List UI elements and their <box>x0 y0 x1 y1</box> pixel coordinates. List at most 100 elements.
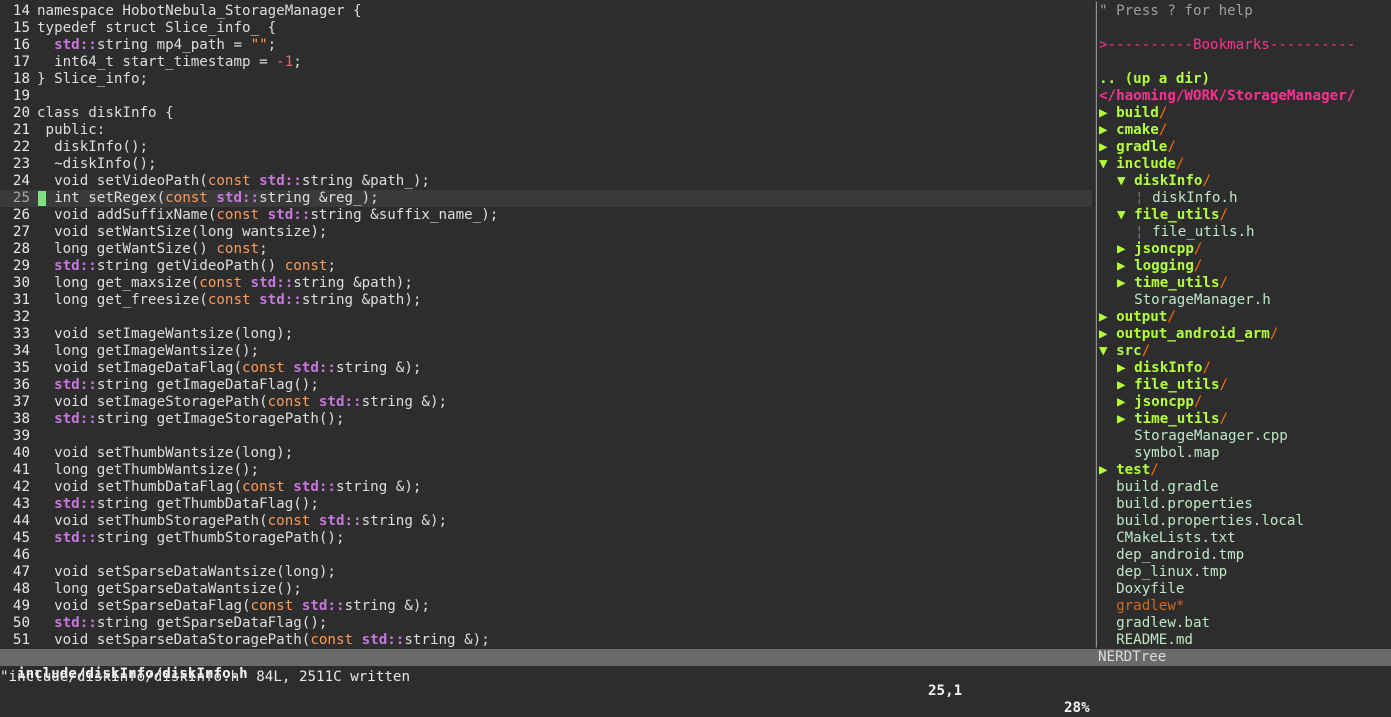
command-line[interactable]: "include/diskInfo/diskInfo.h" 84L, 2511C… <box>0 668 1391 686</box>
code-line[interactable]: 41 long getThumbWantsize(); <box>0 462 1092 479</box>
code-line[interactable]: 16 std::string mp4_path = ""; <box>0 37 1092 54</box>
code-line[interactable]: 36 std::string getImageDataFlag(); <box>0 377 1092 394</box>
code-line[interactable]: 45 std::string getThumbStoragePath(); <box>0 530 1092 547</box>
code-line[interactable]: 31 long get_freesize(const std::string &… <box>0 292 1092 309</box>
tree-directory[interactable]: ▶ gradle/ <box>1099 139 1176 156</box>
nerdtree-bookmarks-header[interactable]: >----------Bookmarks---------- <box>1099 37 1355 54</box>
tree-directory-slash: / <box>1219 411 1229 427</box>
code-line[interactable]: 46 <box>0 547 1092 564</box>
tree-directory[interactable]: ▶ logging/ <box>1117 258 1202 275</box>
code-line[interactable]: 30 long get_maxsize(const std::string &p… <box>0 275 1092 292</box>
code-line[interactable]: 39 <box>0 428 1092 445</box>
collapsed-arrow-icon[interactable]: ▶ <box>1099 122 1116 138</box>
tree-directory[interactable]: ▶ time_utils/ <box>1117 275 1228 292</box>
tree-file[interactable]: gradlew.bat <box>1099 615 1210 632</box>
code-line[interactable]: 37 void setImageStoragePath(const std::s… <box>0 394 1092 411</box>
code-line[interactable]: 32 <box>0 309 1092 326</box>
tree-directory[interactable]: ▶ jsoncpp/ <box>1117 241 1202 258</box>
tree-directory[interactable]: ▼ file_utils/ <box>1117 207 1228 224</box>
tree-file[interactable]: ¦ diskInfo.h <box>1135 190 1238 207</box>
code-line[interactable]: 29 std::string getVideoPath() const; <box>0 258 1092 275</box>
tree-directory-slash: / <box>1202 360 1211 376</box>
tree-file[interactable]: StorageManager.h <box>1117 292 1271 309</box>
code-line[interactable]: 24 void setVideoPath(const std::string &… <box>0 173 1092 190</box>
tree-directory-name: include <box>1116 156 1176 172</box>
code-line[interactable]: 40 void setThumbWantsize(long); <box>0 445 1092 462</box>
code-line[interactable]: 17 int64_t start_timestamp = -1; <box>0 54 1092 71</box>
tree-file[interactable]: build.properties <box>1099 496 1253 513</box>
code-line[interactable]: 33 void setImageWantsize(long); <box>0 326 1092 343</box>
code-line[interactable]: 22 diskInfo(); <box>0 139 1092 156</box>
tree-directory-slash: / <box>1193 394 1203 410</box>
code-line[interactable]: 19 <box>0 88 1092 105</box>
tree-directory[interactable]: ▶ cmake/ <box>1099 122 1167 139</box>
code-line[interactable]: 43 std::string getThumbDataFlag(); <box>0 496 1092 513</box>
code-line[interactable]: 14 namespace HobotNebula_StorageManager { <box>0 3 1092 20</box>
tree-directory[interactable]: ▶ test/ <box>1099 462 1159 479</box>
code-line[interactable]: 44 void setThumbStoragePath(const std::s… <box>0 513 1092 530</box>
code-line[interactable]: 35 void setImageDataFlag(const std::stri… <box>0 360 1092 377</box>
tree-file[interactable]: build.gradle <box>1099 479 1219 496</box>
code-line[interactable]: 48 long getSparseDataWantsize(); <box>0 581 1092 598</box>
tree-file[interactable]: StorageManager.cpp <box>1117 428 1288 445</box>
nerdtree-panel[interactable]: " Press ? for help >----------Bookmarks-… <box>1099 3 1391 649</box>
tree-file[interactable]: symbol.map <box>1117 445 1219 462</box>
tree-directory-slash: / <box>1167 139 1176 155</box>
code-line[interactable]: 21 public: <box>0 122 1092 139</box>
expanded-arrow-icon[interactable]: ▼ <box>1099 343 1116 359</box>
expanded-arrow-icon[interactable]: ▼ <box>1117 173 1134 189</box>
collapsed-arrow-icon[interactable]: ▶ <box>1099 326 1116 342</box>
code-line[interactable]: 26 void addSuffixName(const std::string … <box>0 207 1092 224</box>
code-line[interactable]: 34 long getImageWantsize(); <box>0 343 1092 360</box>
code-editor[interactable]: 14 namespace HobotNebula_StorageManager {… <box>0 3 1092 649</box>
tree-file[interactable]: gradlew* <box>1099 598 1184 615</box>
code-line[interactable]: 15 typedef struct Slice_info_ { <box>0 20 1092 37</box>
tree-directory[interactable]: ▼ diskInfo/ <box>1117 173 1211 190</box>
collapsed-arrow-icon[interactable]: ▶ <box>1117 275 1134 291</box>
tree-directory[interactable]: ▶ file_utils/ <box>1117 377 1228 394</box>
tree-directory[interactable]: ▼ include/ <box>1099 156 1184 173</box>
code-line[interactable]: 42 void setThumbDataFlag(const std::stri… <box>0 479 1092 496</box>
expanded-arrow-icon[interactable]: ▼ <box>1117 207 1134 223</box>
code-line[interactable]: 49 void setSparseDataFlag(const std::str… <box>0 598 1092 615</box>
tree-file[interactable]: README.md <box>1099 632 1193 649</box>
code-line[interactable]: 38 std::string getImageStoragePath(); <box>0 411 1092 428</box>
code-line[interactable]: 28 long getWantSize() const; <box>0 241 1092 258</box>
code-line[interactable]: 47 void setSparseDataWantsize(long); <box>0 564 1092 581</box>
collapsed-arrow-icon[interactable]: ▶ <box>1117 258 1134 274</box>
code-line[interactable]: 18} Slice_info; <box>0 71 1092 88</box>
collapsed-arrow-icon[interactable]: ▶ <box>1117 377 1134 393</box>
tree-directory[interactable]: ▶ jsoncpp/ <box>1117 394 1202 411</box>
nerdtree-up-dir[interactable]: .. (up a dir) <box>1099 71 1210 88</box>
tree-directory[interactable]: ▶ build/ <box>1099 105 1167 122</box>
collapsed-arrow-icon[interactable]: ▶ <box>1117 411 1134 427</box>
tree-file[interactable]: build.properties.local <box>1099 513 1304 530</box>
tree-directory[interactable]: ▶ output_android_arm/ <box>1099 326 1278 343</box>
tree-directory[interactable]: ▶ time_utils/ <box>1117 411 1228 428</box>
expanded-arrow-icon[interactable]: ▼ <box>1099 156 1116 172</box>
tree-file[interactable]: ¦ file_utils.h <box>1135 224 1255 241</box>
code-line[interactable]: 25 int setRegex(const std::string &reg_)… <box>0 190 1092 207</box>
tree-file[interactable]: dep_linux.tmp <box>1099 564 1227 581</box>
collapsed-arrow-icon[interactable]: ▶ <box>1099 462 1116 478</box>
collapsed-arrow-icon[interactable]: ▶ <box>1117 241 1134 257</box>
collapsed-arrow-icon[interactable]: ▶ <box>1099 139 1116 155</box>
code-line[interactable]: 50 std::string getSparseDataFlag(); <box>0 615 1092 632</box>
tree-file-name: README.md <box>1116 632 1193 648</box>
code-line[interactable]: 23 ~diskInfo(); <box>0 156 1092 173</box>
collapsed-arrow-icon[interactable]: ▶ <box>1117 360 1134 376</box>
tree-directory[interactable]: ▶ diskInfo/ <box>1117 360 1211 377</box>
tree-file[interactable]: dep_android.tmp <box>1099 547 1244 564</box>
collapsed-arrow-icon[interactable]: ▶ <box>1117 394 1134 410</box>
code-line[interactable]: 20 class diskInfo { <box>0 105 1092 122</box>
tree-file[interactable]: CMakeLists.txt <box>1099 530 1236 547</box>
code-line[interactable]: 51 void setSparseDataStoragePath(const s… <box>0 632 1092 649</box>
collapsed-arrow-icon[interactable]: ▶ <box>1099 105 1116 121</box>
tree-file-name: build.properties.local <box>1116 513 1305 529</box>
tree-directory[interactable]: ▶ output/ <box>1099 309 1176 326</box>
tree-directory[interactable]: ▼ src/ <box>1099 343 1150 360</box>
collapsed-arrow-icon[interactable]: ▶ <box>1099 309 1116 325</box>
code-line[interactable]: 27 void setWantSize(long wantsize); <box>0 224 1092 241</box>
nerdtree-root-path[interactable]: </haoming/WORK/StorageManager/ <box>1099 88 1355 105</box>
tree-file[interactable]: Doxyfile <box>1099 581 1184 598</box>
